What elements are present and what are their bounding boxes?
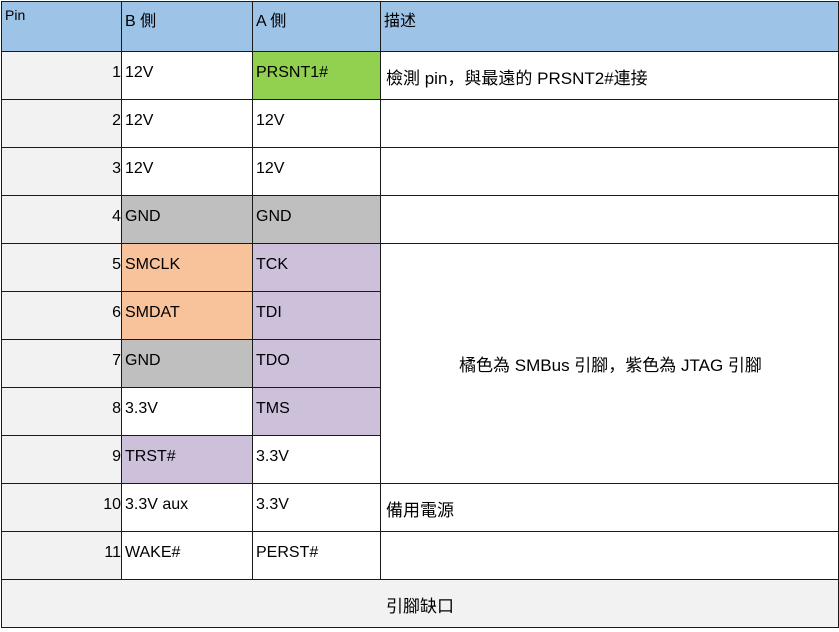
- b-side-cell: 3.3V aux: [121, 483, 253, 532]
- pin-number: 6: [1, 291, 122, 340]
- table-row: 2 12V 12V: [1, 99, 839, 148]
- b-side-cell: 12V: [121, 51, 253, 100]
- header-pin: Pin: [1, 1, 122, 52]
- a-side-cell: TDO: [252, 339, 381, 388]
- header-description: 描述: [380, 1, 839, 52]
- a-side-cell: 3.3V: [252, 435, 381, 484]
- pin-number: 9: [1, 435, 122, 484]
- b-side-cell: WAKE#: [121, 531, 253, 580]
- key-notch-label: 引腳缺口: [1, 579, 839, 628]
- b-side-cell: GND: [121, 339, 253, 388]
- b-side-cell: 3.3V: [121, 387, 253, 436]
- header-a-side: A 側: [252, 1, 381, 52]
- a-side-cell: TMS: [252, 387, 381, 436]
- a-side-cell: TCK: [252, 243, 381, 292]
- description-cell: [380, 99, 839, 148]
- description-cell: [380, 195, 839, 244]
- pin-number: 5: [1, 243, 122, 292]
- pin-number: 4: [1, 195, 122, 244]
- description-cell: [380, 531, 839, 580]
- table-row: 3 12V 12V: [1, 147, 839, 196]
- pin-table: Pin B 側 A 側 描述 1 12V PRSNT1# 檢測 pin，與最遠的…: [1, 1, 839, 628]
- merged-description-cell: 橘色為 SMBus 引腳，紫色為 JTAG 引腳: [380, 243, 839, 484]
- b-side-cell: SMDAT: [121, 291, 253, 340]
- a-side-cell: 12V: [252, 147, 381, 196]
- pin-number: 1: [1, 51, 122, 100]
- key-notch-row: 引腳缺口: [1, 579, 839, 628]
- b-side-cell: GND: [121, 195, 253, 244]
- table-row: 10 3.3V aux 3.3V 備用電源: [1, 483, 839, 532]
- pin-number: 8: [1, 387, 122, 436]
- header-row: Pin B 側 A 側 描述: [1, 1, 839, 52]
- pin-number: 10: [1, 483, 122, 532]
- table-row: 4 GND GND: [1, 195, 839, 244]
- pin-number: 11: [1, 531, 122, 580]
- description-cell: 備用電源: [380, 483, 839, 532]
- a-side-cell: PERST#: [252, 531, 381, 580]
- description-cell: [380, 147, 839, 196]
- table-row: 11 WAKE# PERST#: [1, 531, 839, 580]
- description-cell: 檢測 pin，與最遠的 PRSNT2#連接: [380, 51, 839, 100]
- b-side-cell: 12V: [121, 99, 253, 148]
- a-side-cell: TDI: [252, 291, 381, 340]
- b-side-cell: 12V: [121, 147, 253, 196]
- pin-number: 3: [1, 147, 122, 196]
- b-side-cell: TRST#: [121, 435, 253, 484]
- table-row: 1 12V PRSNT1# 檢測 pin，與最遠的 PRSNT2#連接: [1, 51, 839, 100]
- a-side-cell: 12V: [252, 99, 381, 148]
- pin-number: 7: [1, 339, 122, 388]
- b-side-cell: SMCLK: [121, 243, 253, 292]
- a-side-cell: GND: [252, 195, 381, 244]
- header-b-side: B 側: [121, 1, 253, 52]
- a-side-cell: 3.3V: [252, 483, 381, 532]
- a-side-cell: PRSNT1#: [252, 51, 381, 100]
- pin-number: 2: [1, 99, 122, 148]
- table-row: 5 SMCLK TCK 橘色為 SMBus 引腳，紫色為 JTAG 引腳: [1, 243, 839, 484]
